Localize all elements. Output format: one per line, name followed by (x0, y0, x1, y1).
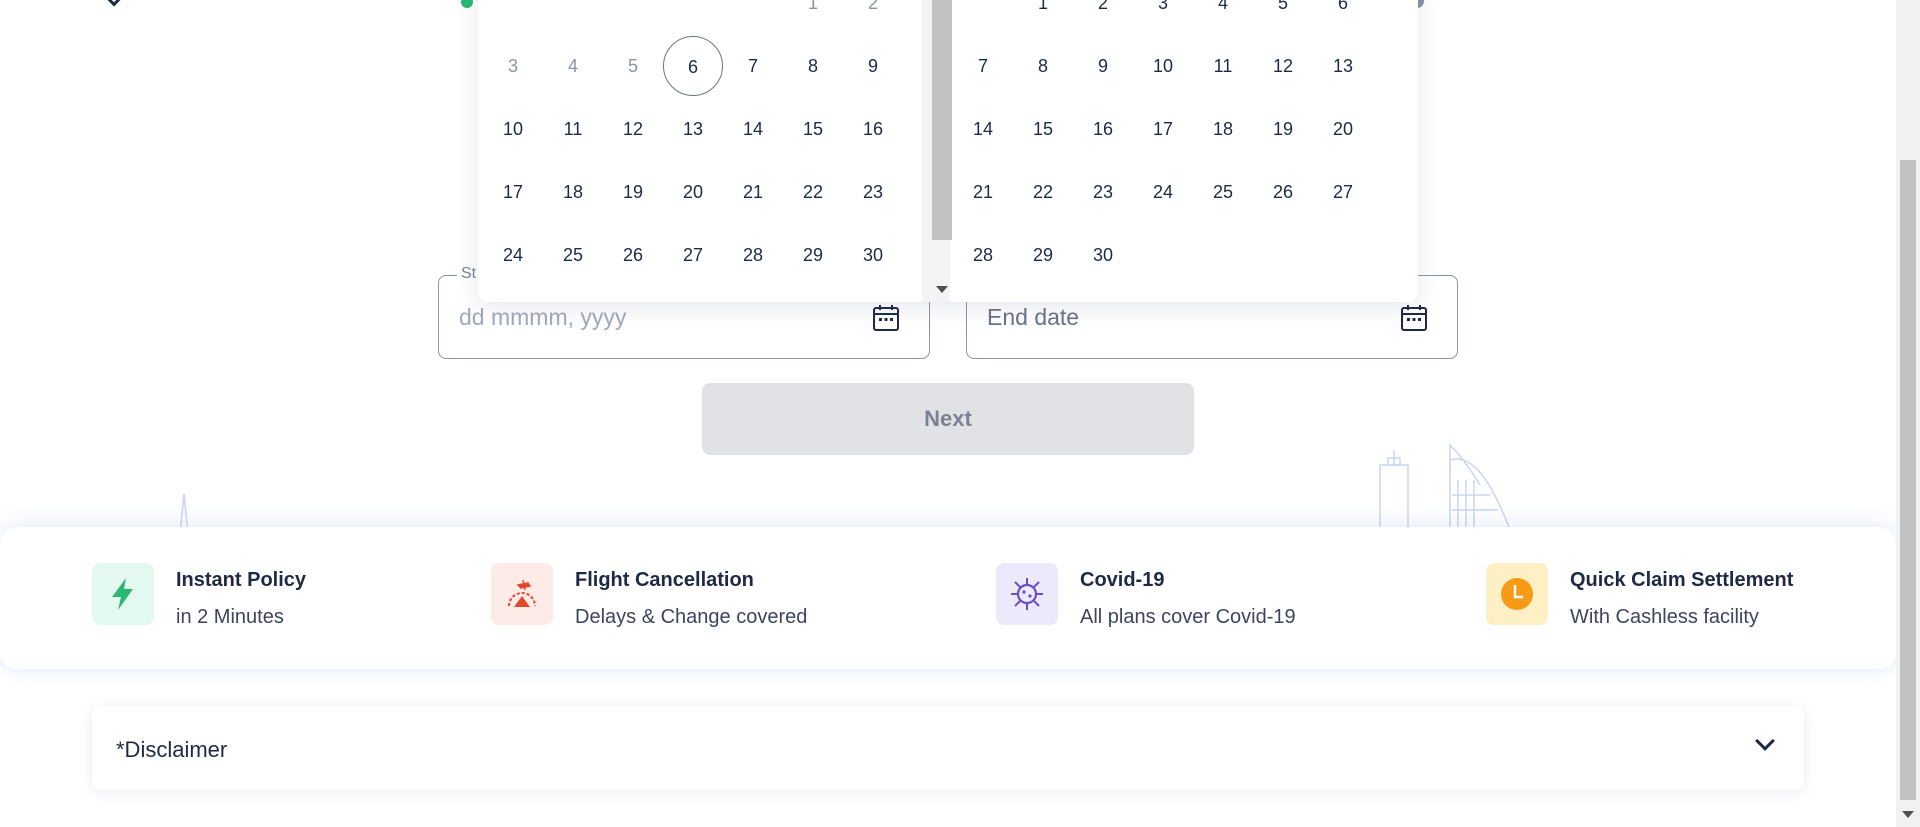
feature-subtitle: in 2 Minutes (176, 606, 284, 628)
page: St 1234567891011121314151617181920212223… (0, 0, 1920, 827)
calendar-scrollbar[interactable] (922, 0, 952, 302)
chevron-down-icon[interactable] (1755, 731, 1775, 751)
next-button[interactable]: Next (702, 383, 1194, 455)
calendar-day[interactable]: 2 (843, 0, 903, 33)
calendar-day[interactable]: 4 (543, 36, 603, 96)
calendar-day[interactable]: 5 (603, 36, 663, 96)
feature-title: Flight Cancellation (575, 569, 754, 591)
calendar-day[interactable]: 25 (543, 225, 603, 285)
calendar-day[interactable]: 8 (783, 36, 843, 96)
calendar-day[interactable]: 8 (1013, 36, 1073, 96)
feature-title: Instant Policy (176, 569, 307, 591)
calendar-day[interactable]: 27 (663, 225, 723, 285)
virus-icon (996, 563, 1058, 625)
calendar-month-right: 1 2 3 4 5 6 7 8 9 10 11 12 13 14 15 16 17 18 19 20 21 22 23 24 2… (950, 0, 1418, 302)
calendar-day[interactable]: 19 (603, 162, 663, 222)
calendar-day[interactable]: 16 (843, 99, 903, 159)
disclaimer-accordion[interactable]: *Disclaimer (92, 706, 1804, 790)
calendar-day[interactable]: 17 (483, 162, 543, 222)
calendar-day[interactable]: 6 (663, 36, 723, 96)
disclaimer-label: *Disclaimer (116, 737, 228, 762)
calendar-day[interactable]: 28 (723, 225, 783, 285)
feature-subtitle: All plans cover Covid-19 (1080, 606, 1296, 628)
calendar-day[interactable]: 23 (843, 162, 903, 222)
calendar-day[interactable]: 27 (1313, 162, 1373, 222)
calendar-day[interactable]: 30 (1073, 225, 1133, 285)
start-date-input[interactable] (459, 300, 859, 334)
calendar-day[interactable]: 13 (663, 99, 723, 159)
calendar-day[interactable]: 11 (543, 99, 603, 159)
calendar-day[interactable]: 15 (1013, 99, 1073, 159)
calendar-day[interactable]: 19 (1253, 99, 1313, 159)
step-indicator-active (461, 0, 473, 8)
lightning-icon (92, 563, 154, 625)
feature-title: Covid-19 (1080, 569, 1165, 591)
calendar-day[interactable]: 20 (1313, 99, 1373, 159)
scroll-down-arrow-icon[interactable] (1902, 811, 1914, 818)
feature-subtitle: Delays & Change covered (575, 606, 808, 628)
calendar-day[interactable]: 3 (1133, 0, 1193, 33)
calendar-day[interactable]: 17 (1133, 99, 1193, 159)
calendar-icon[interactable] (1399, 303, 1429, 333)
calendar-day[interactable]: 9 (843, 36, 903, 96)
feature-title: Quick Claim Settlement (1570, 569, 1794, 591)
calendar-day[interactable]: 20 (663, 162, 723, 222)
scroll-down-arrow-icon[interactable] (936, 286, 948, 293)
calendar-day[interactable]: 15 (783, 99, 843, 159)
features-strip: Instant Policy in 2 Minutes Flight Cance… (0, 527, 1896, 669)
calendar-day[interactable]: 16 (1073, 99, 1133, 159)
calendar-day[interactable]: 18 (1193, 99, 1253, 159)
calendar-day[interactable]: 29 (1013, 225, 1073, 285)
calendar-day[interactable]: 6 (1313, 0, 1373, 33)
clock-icon (1486, 563, 1548, 625)
calendar-day[interactable]: 28 (953, 225, 1013, 285)
start-date-label: St (457, 265, 481, 283)
calendar-day[interactable]: 11 (1193, 36, 1253, 96)
calendar-icon[interactable] (871, 303, 901, 333)
calendar-day[interactable]: 7 (723, 36, 783, 96)
end-date-input[interactable] (987, 300, 1387, 334)
calendar-day[interactable]: 24 (1133, 162, 1193, 222)
calendar-day[interactable]: 22 (783, 162, 843, 222)
flight-cancel-icon (491, 563, 553, 625)
calendar-day[interactable]: 26 (1253, 162, 1313, 222)
calendar-day[interactable]: 1 (783, 0, 843, 33)
calendar-day[interactable]: 25 (1193, 162, 1253, 222)
calendar-day[interactable]: 5 (1253, 0, 1313, 33)
city-skyline-illustration (1379, 443, 1511, 530)
calendar-day[interactable]: 1 (1013, 0, 1073, 33)
calendar-day[interactable]: 10 (1133, 36, 1193, 96)
feature-subtitle: With Cashless facility (1570, 606, 1759, 628)
calendar-day[interactable]: 26 (603, 225, 663, 285)
calendar-day[interactable]: 12 (603, 99, 663, 159)
calendar-day[interactable]: 12 (1253, 36, 1313, 96)
calendar-day[interactable]: 22 (1013, 162, 1073, 222)
calendar-day[interactable]: 29 (783, 225, 843, 285)
page-scrollbar[interactable] (1896, 0, 1920, 827)
calendar-day[interactable]: 18 (543, 162, 603, 222)
calendar-day[interactable]: 24 (483, 225, 543, 285)
back-chevron-icon[interactable] (105, 0, 123, 7)
calendar-day[interactable]: 13 (1313, 36, 1373, 96)
calendar-day[interactable]: 21 (953, 162, 1013, 222)
calendar-day[interactable]: 2 (1073, 0, 1133, 33)
calendar-day[interactable]: 14 (953, 99, 1013, 159)
calendar-month-left: 1 2 3 4 5 6 7 8 9 10 11 12 13 14 15 16 17 18 19 20 21 22 23 24 2… (478, 0, 922, 302)
calendar-day[interactable]: 23 (1073, 162, 1133, 222)
calendar-day[interactable]: 3 (483, 36, 543, 96)
calendar-day[interactable]: 21 (723, 162, 783, 222)
calendar-day[interactable]: 7 (953, 36, 1013, 96)
calendar-day[interactable]: 4 (1193, 0, 1253, 33)
calendar-day[interactable]: 9 (1073, 36, 1133, 96)
calendar-scrollbar-thumb[interactable] (932, 0, 952, 240)
calendar-day[interactable]: 30 (843, 225, 903, 285)
calendar-day[interactable]: 10 (483, 99, 543, 159)
page-scrollbar-thumb[interactable] (1900, 160, 1916, 800)
calendar-day[interactable]: 14 (723, 99, 783, 159)
date-picker-popup: 1 2 3 4 5 6 7 8 9 10 11 12 13 14 15 16 17 18 19 20 21 22 23 24 2… (478, 0, 1418, 302)
